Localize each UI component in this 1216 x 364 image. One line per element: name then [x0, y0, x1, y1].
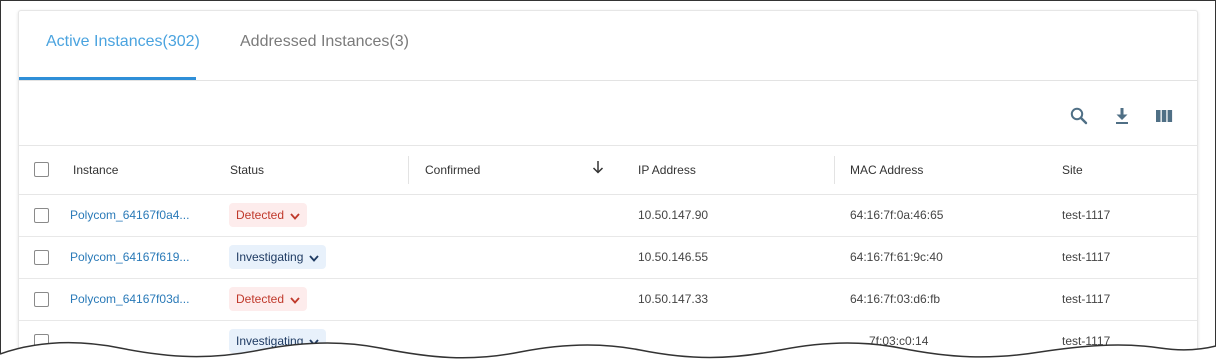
table-row[interactable]: Polycom_64167f03d... Detected 10.50.147.… — [19, 279, 1197, 321]
torn-edge — [0, 341, 1216, 364]
header-instance[interactable]: Instance — [73, 163, 118, 177]
table-header: Instance Status Confirmed IP Address MAC… — [19, 145, 1197, 195]
site: test-1117 — [1062, 250, 1111, 264]
row-checkbox[interactable] — [34, 208, 49, 223]
chevron-down-icon — [309, 246, 320, 270]
instance-link[interactable]: Polycom_64167f0a4... — [70, 208, 189, 222]
header-status[interactable]: Status — [230, 163, 264, 177]
select-all-checkbox[interactable] — [34, 162, 49, 177]
header-mac-address[interactable]: MAC Address — [850, 163, 923, 177]
chevron-down-icon — [290, 288, 300, 312]
ip-address: 10.50.147.90 — [638, 208, 709, 222]
header-site[interactable]: Site — [1062, 163, 1083, 177]
mac-address: 64:16:7f:03:d6:fb — [850, 292, 941, 306]
status-dropdown[interactable]: Detected — [229, 203, 308, 228]
header-ip-address[interactable]: IP Address — [638, 163, 696, 177]
column-divider — [834, 156, 835, 184]
instance-link[interactable]: Polycom_64167f619... — [70, 250, 189, 264]
tab-active-instances[interactable]: Active Instances(302) — [46, 33, 200, 51]
status-dropdown[interactable]: Investigating — [229, 245, 327, 270]
tab-bar: Active Instances(302) Addressed Instance… — [19, 11, 1197, 81]
ip-address: 10.50.147.33 — [638, 292, 709, 306]
status-dropdown[interactable]: Detected — [229, 287, 308, 312]
ip-address: 10.50.146.55 — [638, 250, 709, 264]
columns-icon[interactable] — [1154, 106, 1174, 126]
active-tab-indicator — [19, 77, 196, 80]
status-label: Detected — [236, 208, 285, 222]
mac-address: 64:16:7f:61:9c:40 — [850, 250, 943, 264]
column-divider — [408, 156, 409, 184]
download-icon[interactable] — [1112, 106, 1132, 126]
table-row[interactable]: Polycom_64167f0a4... Detected 10.50.147.… — [19, 195, 1197, 237]
tab-addressed-instances[interactable]: Addressed Instances(3) — [240, 33, 409, 51]
header-confirmed[interactable]: Confirmed — [425, 163, 480, 177]
search-icon[interactable] — [1069, 106, 1089, 126]
status-label: Investigating — [236, 250, 304, 264]
instances-card: Active Instances(302) Addressed Instance… — [18, 10, 1198, 364]
chevron-down-icon — [290, 204, 300, 228]
site: test-1117 — [1062, 292, 1111, 306]
row-checkbox[interactable] — [34, 292, 49, 307]
status-label: Detected — [236, 292, 285, 306]
instance-link[interactable]: Polycom_64167f03d... — [70, 292, 189, 306]
sort-arrow-down-icon[interactable] — [591, 159, 605, 180]
site: test-1117 — [1062, 208, 1111, 222]
table-row[interactable]: Polycom_64167f619... Investigating 10.50… — [19, 237, 1197, 279]
row-checkbox[interactable] — [34, 250, 49, 265]
mac-address: 64:16:7f:0a:46:65 — [850, 208, 944, 222]
